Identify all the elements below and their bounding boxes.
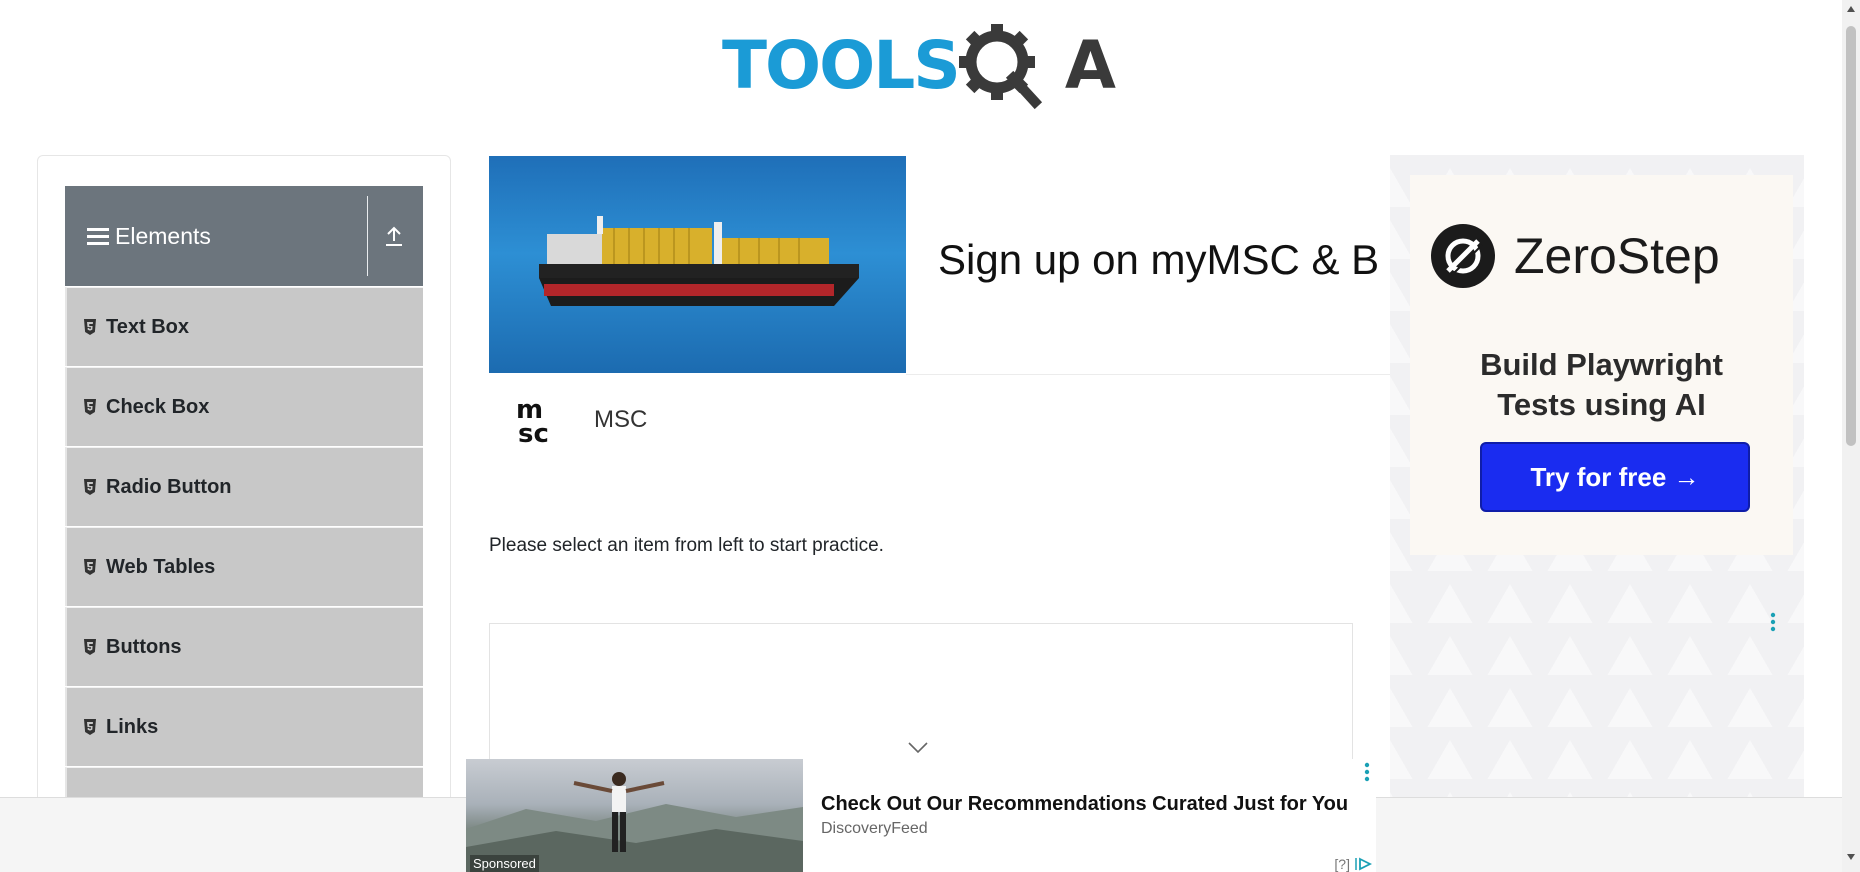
scroll-down-arrow-icon[interactable] — [1846, 852, 1856, 862]
ad-headline[interactable]: Sign up on myMSC & B — [938, 236, 1390, 284]
menu-item-web-tables[interactable]: Web Tables — [65, 527, 423, 606]
ad-tagline-line2: Tests using AI — [1497, 387, 1706, 423]
cargo-ship-image[interactable] — [489, 156, 906, 373]
try-for-free-button[interactable]: Try for free → — [1480, 442, 1750, 512]
ad-info[interactable]: [?] — [1334, 856, 1372, 872]
html5-icon — [84, 399, 96, 415]
html5-icon — [84, 639, 96, 655]
left-panel: Elements Text Box Check Box Radio Button — [37, 155, 451, 872]
group-title: Elements — [115, 222, 211, 249]
ad-tagline: Build Playwright Tests using AI — [1410, 345, 1793, 426]
page: TOOLS A Elements Text Box Check Box Radi… — [0, 0, 1860, 872]
sponsored-label: Sponsored — [470, 855, 539, 872]
scroll-up-arrow-icon[interactable] — [1846, 4, 1856, 14]
ad-options-icon[interactable] — [1364, 762, 1370, 782]
msc-logo: m sc — [516, 396, 549, 446]
menu-item-links[interactable]: Links — [65, 687, 423, 766]
vertical-scrollbar[interactable] — [1842, 0, 1860, 872]
zerostep-logo-icon — [1431, 224, 1495, 288]
menu-icon — [87, 227, 109, 245]
menu-item-label: Text Box — [106, 315, 189, 338]
zerostep-ad[interactable]: ZeroStep Build Playwright Tests using AI… — [1390, 155, 1804, 872]
chevron-down-icon[interactable] — [907, 741, 929, 755]
bottom-ad-headline[interactable]: Check Out Our Recommendations Curated Ju… — [821, 793, 1348, 816]
bottom-sponsored-ad[interactable]: Sponsored Check Out Our Recommendations … — [466, 759, 1376, 872]
header-divider — [367, 196, 368, 276]
adchoices-icon[interactable] — [1354, 857, 1372, 871]
ad-brand: ZeroStep — [1514, 228, 1720, 284]
svg-text:sc: sc — [518, 419, 549, 446]
site-logo[interactable]: TOOLS A — [722, 18, 1124, 114]
menu-item-label: Links — [106, 715, 159, 738]
menu-item-check-box[interactable]: Check Box — [65, 367, 423, 446]
scroll-thumb[interactable] — [1846, 26, 1856, 446]
ad-card: ZeroStep Build Playwright Tests using AI… — [1410, 175, 1793, 555]
advertiser-name[interactable]: MSC — [594, 406, 647, 434]
logo-text: TOOLS — [722, 27, 961, 104]
menu-item-label: Check Box — [106, 395, 210, 418]
bottom-ad-source[interactable]: DiscoveryFeed — [821, 820, 928, 838]
ad-options-icon[interactable] — [1770, 612, 1776, 632]
html5-icon — [84, 319, 96, 335]
menu-item-radio-button[interactable]: Radio Button — [65, 447, 423, 526]
html5-icon — [84, 559, 96, 575]
collapse-icon[interactable] — [383, 224, 405, 248]
menu-item-label: Radio Button — [106, 475, 232, 498]
menu-item-buttons[interactable]: Buttons — [65, 607, 423, 686]
menu-list: Text Box Check Box Radio Button Web Tabl… — [65, 287, 423, 847]
elements-group-header[interactable]: Elements — [65, 186, 423, 286]
html5-icon — [84, 719, 96, 735]
menu-item-text-box[interactable]: Text Box — [65, 287, 423, 366]
html5-icon — [84, 479, 96, 495]
menu-item-label: Web Tables — [106, 555, 216, 578]
gear-magnifier-icon — [958, 18, 1079, 114]
ad-tagline-line1: Build Playwright — [1480, 347, 1723, 382]
person-on-mountain-image: Sponsored — [466, 759, 803, 872]
ad-divider — [906, 374, 1390, 375]
instruction-text: Please select an item from left to start… — [489, 535, 884, 556]
menu-item-label: Buttons — [106, 635, 182, 658]
ad-info-label: [?] — [1334, 856, 1350, 872]
